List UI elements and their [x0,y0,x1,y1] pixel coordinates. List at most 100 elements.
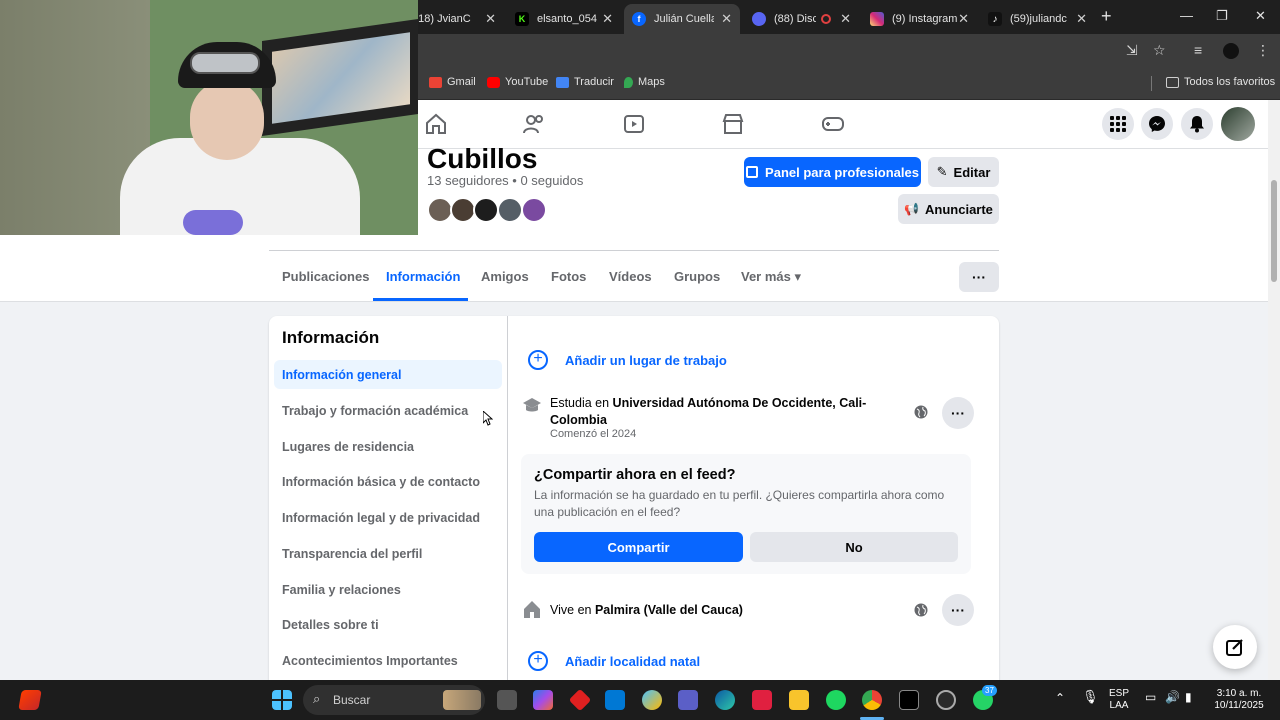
wps-icon[interactable] [752,690,772,710]
sidebar-item-legal[interactable]: Información legal y de privacidad [274,503,502,532]
residence-options-button[interactable]: ··· [942,594,974,626]
more-options-button[interactable]: ··· [959,262,999,292]
globe-icon[interactable] [914,603,928,617]
obs-icon[interactable] [936,690,956,710]
close-tab-icon[interactable]: ✕ [721,11,732,27]
widgets-icon[interactable] [642,690,662,710]
avatar[interactable] [521,197,547,223]
browser-tab[interactable]: ♪ (59)juliandc ✕ [980,4,1095,34]
tab-videos[interactable]: Vídeos [609,269,652,284]
share-button[interactable]: Compartir [534,532,743,562]
home-icon[interactable] [424,112,448,136]
sidebar-item-overview[interactable]: Información general [274,360,502,389]
bookmark-gmail[interactable]: Gmail [429,76,476,88]
menu-kebab-icon[interactable]: ⋮ [1256,42,1270,59]
add-workplace-link[interactable]: + Añadir un lugar de trabajo [528,350,727,370]
spotify-icon[interactable] [826,690,846,710]
teams-icon[interactable] [678,690,698,710]
windows-start-icon[interactable] [272,690,292,710]
tab-photos[interactable]: Fotos [551,269,586,284]
tab-about[interactable]: Información [386,269,460,284]
no-share-button[interactable]: No [750,532,958,562]
sidebar-item-life-events[interactable]: Acontecimientos Importantes [274,646,502,675]
browser-tab[interactable]: K elsanto_054 ✕ [507,4,621,34]
task-view-icon[interactable] [497,690,517,710]
minimize-icon[interactable]: — [1180,8,1193,23]
messenger-icon[interactable] [1141,108,1173,140]
sidebar-item-contact[interactable]: Información básica y de contacto [274,467,502,496]
avatar[interactable] [497,197,523,223]
notifications-bell-icon[interactable] [1181,108,1213,140]
microphone-icon[interactable]: 🎙 [1082,690,1099,703]
app-icon[interactable] [18,690,42,710]
close-tab-icon[interactable]: ✕ [958,11,969,27]
about-sidebar: Información Información general Trabajo … [269,316,508,696]
close-tab-icon[interactable]: ✕ [485,11,496,27]
graduation-cap-icon [523,398,541,412]
edit-profile-button[interactable]: ✎ Editar [928,157,999,187]
close-tab-icon[interactable]: ✕ [602,11,613,27]
recording-icon [821,14,831,24]
professional-panel-button[interactable]: Panel para profesionales [744,157,921,187]
menu-grid-icon[interactable] [1102,108,1134,140]
battery-icon[interactable]: ▮ [1185,691,1192,703]
browser-tab[interactable]: 718) JvianC ✕ [404,4,504,34]
chrome-icon[interactable] [862,690,882,710]
avatar[interactable] [473,197,499,223]
volume-icon[interactable]: 🔊 [1165,691,1180,703]
bookmark-star-icon[interactable]: ☆ [1153,42,1166,59]
globe-icon[interactable] [914,405,928,419]
restore-icon[interactable]: ❐ [1216,8,1228,24]
sidebar-item-family[interactable]: Familia y relaciones [274,575,502,604]
anydesk-icon[interactable] [568,688,592,712]
browser-tab-active[interactable]: f Julián Cuellar ✕ [624,4,740,34]
sidebar-item-work-education[interactable]: Trabajo y formación académica [274,396,502,425]
scrollbar-thumb[interactable] [1271,180,1277,282]
install-app-icon[interactable]: ⇲ [1126,42,1138,59]
close-tab-icon[interactable]: ✕ [1076,11,1087,27]
education-options-button[interactable]: ··· [942,397,974,429]
video-icon[interactable] [622,112,646,136]
new-message-button[interactable] [1213,625,1257,669]
bookmark-maps[interactable]: Maps [624,76,665,88]
marketplace-icon[interactable] [721,112,745,136]
sidebar-item-transparency[interactable]: Transparencia del perfil [274,539,502,568]
all-bookmarks-folder[interactable]: Todos los favoritos [1166,76,1275,88]
capcut-icon[interactable] [899,690,919,710]
residence-place[interactable]: Palmira (Valle del Cauca) [595,603,743,617]
page-scrollbar[interactable] [1268,100,1280,680]
keyboard-layout: LAA [1109,700,1129,711]
sidebar-item-details[interactable]: Detalles sobre ti [274,610,502,639]
close-window-icon[interactable]: ✕ [1255,8,1266,24]
gaming-icon[interactable] [821,112,845,136]
profile-avatar-icon[interactable] [1223,43,1239,59]
house-icon [524,601,540,618]
tab-groups[interactable]: Grupos [674,269,720,284]
media-control-icon[interactable]: ≡ [1194,42,1202,58]
copilot-icon[interactable] [533,690,553,710]
bookmark-youtube[interactable]: YouTube [487,76,548,88]
network-icon[interactable]: ▭ [1145,691,1156,703]
tab-friends[interactable]: Amigos [481,269,529,284]
account-avatar[interactable] [1221,107,1255,141]
edge-icon[interactable] [715,690,735,710]
language-indicator[interactable]: ESP LAA [1109,688,1129,712]
add-hometown-link[interactable]: + Añadir localidad natal [528,651,700,671]
friends-icon[interactable] [522,112,546,136]
tab-posts[interactable]: Publicaciones [282,269,369,284]
new-tab-icon[interactable]: + [1101,6,1112,27]
bookmark-translate[interactable]: Traducir [556,76,614,88]
browser-tab[interactable]: (88) Disc ✕ [744,4,859,34]
followers-count[interactable]: 13 seguidores • 0 seguidos [427,173,583,188]
taskbar-search[interactable]: ⌕ Buscar [303,685,485,715]
browser-tab[interactable]: (9) Instagram ✕ [862,4,977,34]
residence-text: Vive en Palmira (Valle del Cauca) [550,602,870,619]
tray-chevron-icon[interactable]: ⌃ [1055,692,1065,704]
tab-more[interactable]: Ver más ▾ [741,269,801,285]
file-explorer-icon[interactable] [789,690,809,710]
store-icon[interactable] [605,690,625,710]
close-tab-icon[interactable]: ✕ [840,11,851,27]
clock[interactable]: 3:10 a. m. 10/11/2025 [1210,688,1268,712]
advertise-button[interactable]: 📢 Anunciarte [898,194,999,224]
sidebar-item-places[interactable]: Lugares de residencia [274,432,502,461]
